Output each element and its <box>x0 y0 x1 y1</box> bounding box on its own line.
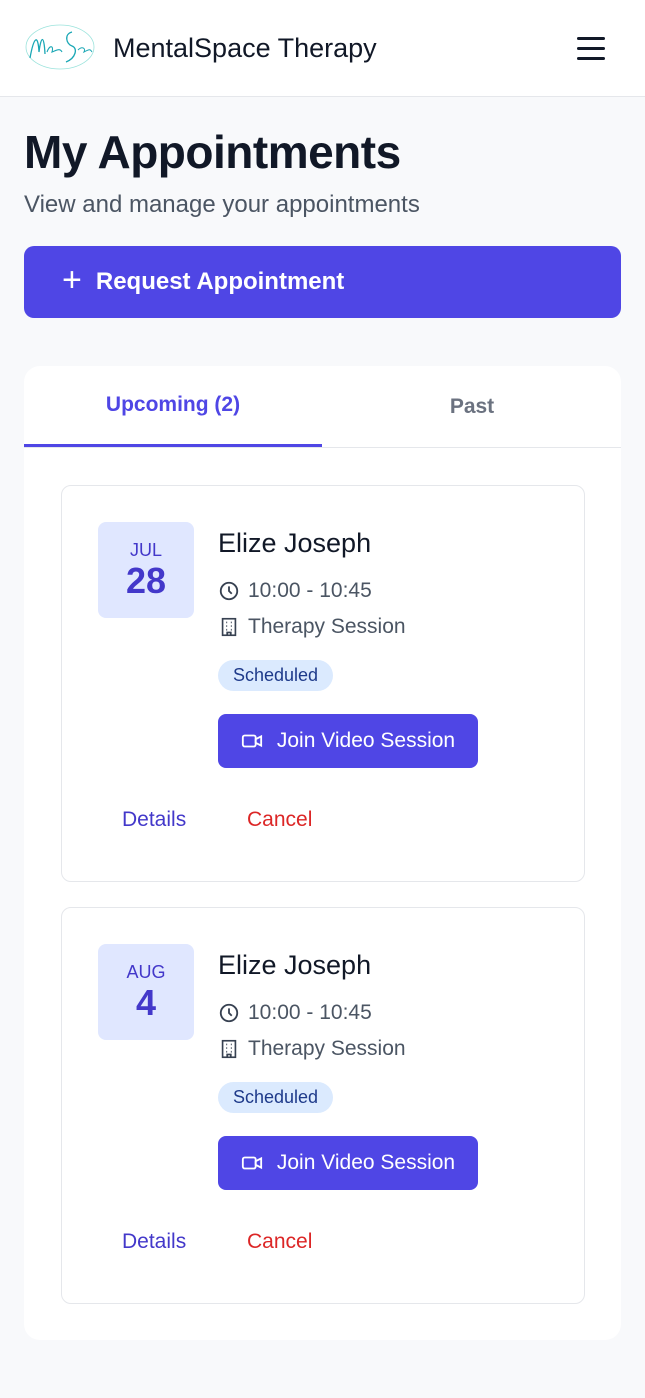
video-camera-icon <box>241 734 262 748</box>
time-text: 10:00 - 10:45 <box>248 1001 372 1024</box>
details-button[interactable]: Details <box>122 808 186 832</box>
page-title: My Appointments <box>24 126 401 178</box>
appointment-card: JUL 28 Elize Joseph 10:00 - 10:45 Therap… <box>61 485 585 882</box>
tab-bar: Upcoming (2) Past <box>24 366 621 448</box>
therapist-name: Elize Joseph <box>218 528 372 558</box>
time-text: 10:00 - 10:45 <box>248 579 372 602</box>
clock-icon <box>219 581 239 601</box>
appointment-time: 10:00 - 10:45 <box>218 1001 372 1025</box>
type-text: Therapy Session <box>248 615 406 638</box>
date-badge: JUL 28 <box>98 522 194 618</box>
appointments-panel: Upcoming (2) Past JUL 28 Elize Joseph 10… <box>24 366 621 1340</box>
date-day: 28 <box>125 559 167 601</box>
join-label: Join Video Session <box>276 1151 456 1174</box>
building-icon <box>221 617 237 637</box>
top-bar: MentalSpace Therapy <box>0 0 645 97</box>
status-badge: Scheduled <box>218 1082 334 1113</box>
date-badge: AUG 4 <box>98 944 194 1040</box>
therapist-name: Elize Joseph <box>218 950 372 980</box>
request-appointment-label: Request Appointment <box>95 268 345 295</box>
cancel-button[interactable]: Cancel <box>247 808 312 832</box>
date-month: JUL <box>129 539 162 560</box>
join-video-session-button[interactable]: Join Video Session <box>218 714 478 768</box>
appointment-card: AUG 4 Elize Joseph 10:00 - 10:45 Therapy… <box>61 907 585 1304</box>
clock-icon <box>219 1003 239 1023</box>
building-icon <box>221 1039 237 1059</box>
brand-name: MentalSpace Therapy <box>113 33 377 63</box>
type-text: Therapy Session <box>248 1037 406 1060</box>
request-appointment-button[interactable]: + Request Appointment <box>24 246 621 318</box>
page-subtitle: View and manage your appointments <box>24 191 420 218</box>
status-badge: Scheduled <box>218 660 334 691</box>
appointment-time: 10:00 - 10:45 <box>218 579 372 603</box>
join-label: Join Video Session <box>276 729 456 752</box>
mentalspace-logo[interactable] <box>24 22 96 72</box>
appointment-type: Therapy Session <box>218 1037 406 1061</box>
plus-icon: + <box>62 261 82 299</box>
tab-past[interactable]: Past <box>323 366 621 448</box>
cancel-button[interactable]: Cancel <box>247 1230 312 1254</box>
tab-upcoming[interactable]: Upcoming (2) <box>24 366 322 447</box>
date-day: 4 <box>135 981 157 1023</box>
details-button[interactable]: Details <box>122 1230 186 1254</box>
video-camera-icon <box>241 1156 262 1170</box>
hamburger-menu-icon[interactable] <box>570 30 612 66</box>
date-month: AUG <box>126 961 166 982</box>
join-video-session-button[interactable]: Join Video Session <box>218 1136 478 1190</box>
appointment-type: Therapy Session <box>218 615 406 639</box>
